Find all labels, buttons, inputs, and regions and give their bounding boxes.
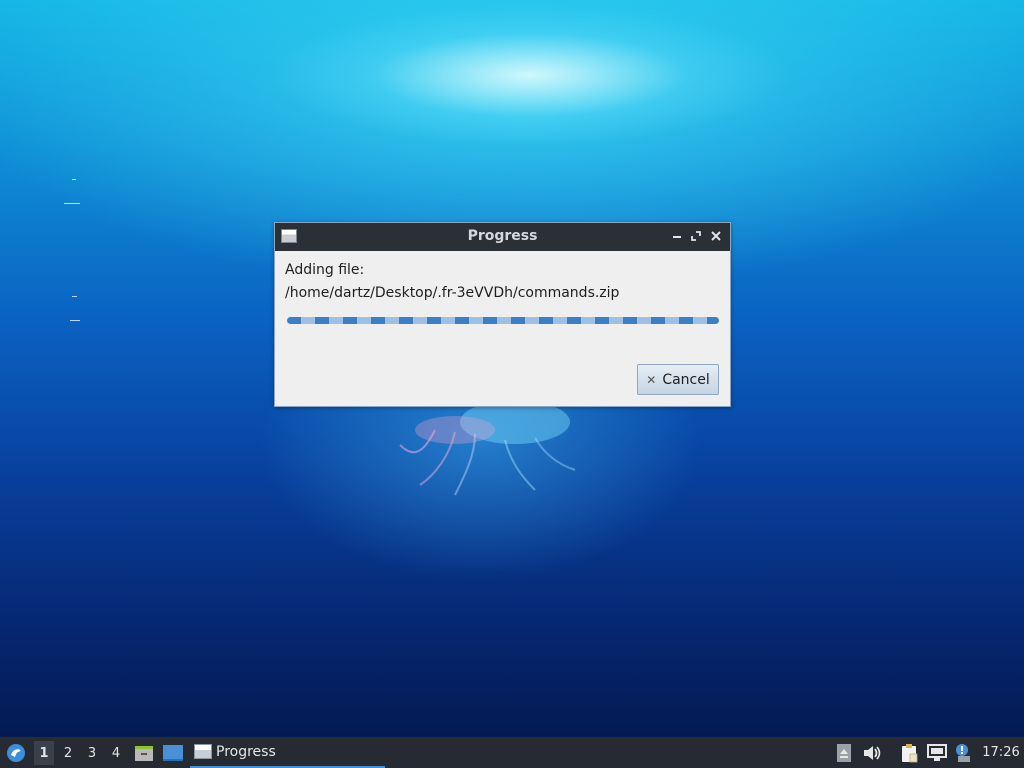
dialog-title: Progress (467, 228, 538, 244)
desktop-mark (72, 179, 76, 180)
taskbar: 1 2 3 4 Progress 17:26 (0, 737, 1024, 768)
minimize-icon[interactable] (669, 228, 685, 244)
eject-icon[interactable] (834, 737, 854, 768)
notification-icon[interactable] (951, 737, 975, 768)
cancel-button-label: Cancel (662, 371, 710, 388)
clipboard-icon[interactable] (897, 737, 921, 768)
desktop-mark (72, 296, 77, 297)
taskbar-task-progress[interactable]: Progress (190, 737, 385, 768)
file-manager-icon[interactable] (132, 737, 156, 768)
close-icon[interactable] (708, 228, 724, 244)
wallpaper-jellyfish (399, 400, 576, 496)
network-icon[interactable] (925, 737, 949, 768)
progress-dialog: Progress Adding file: /home/dartz/Deskto… (274, 222, 731, 407)
progress-message-label: Adding file: (285, 262, 365, 278)
workspace-1[interactable]: 1 (34, 741, 54, 765)
progress-bar-fill (287, 317, 719, 324)
show-desktop-icon[interactable] (160, 737, 186, 768)
maximize-icon[interactable] (688, 228, 704, 244)
start-menu-icon[interactable] (2, 737, 30, 768)
progress-bar (287, 317, 719, 324)
task-window-icon (194, 744, 212, 759)
workspace-2[interactable]: 2 (58, 741, 78, 765)
cancel-button[interactable]: ✕ Cancel (637, 364, 719, 395)
clock[interactable]: 17:26 (978, 737, 1024, 768)
desktop: Progress Adding file: /home/dartz/Deskto… (0, 0, 1024, 768)
workspace-4[interactable]: 4 (106, 741, 126, 765)
volume-icon[interactable] (860, 737, 884, 768)
desktop-mark (70, 320, 80, 321)
desktop-mark (64, 203, 80, 204)
workspace-3[interactable]: 3 (82, 741, 102, 765)
dialog-titlebar[interactable]: Progress (275, 223, 730, 251)
progress-file-path: /home/dartz/Desktop/.fr-3eVVDh/commands.… (285, 285, 620, 301)
task-label: Progress (216, 743, 276, 760)
cancel-icon: ✕ (646, 372, 657, 387)
